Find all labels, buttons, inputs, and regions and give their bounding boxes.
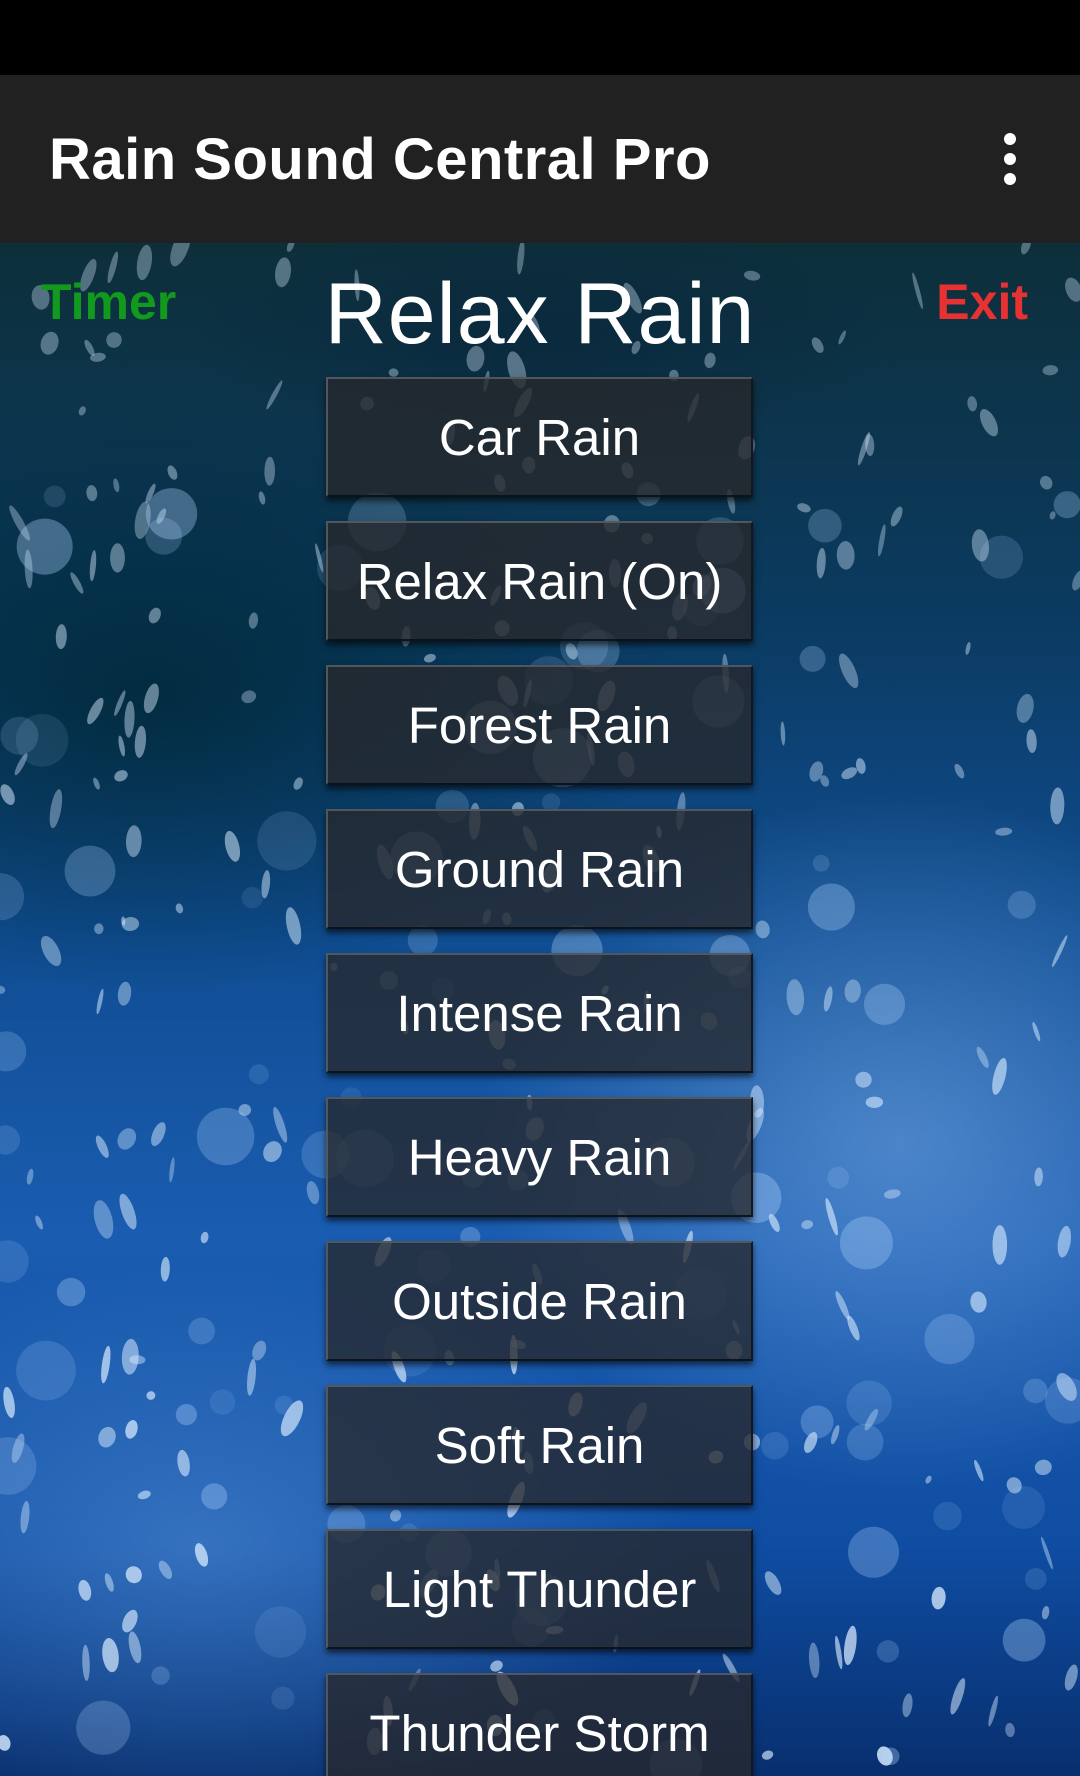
- status-bar: [0, 0, 1080, 75]
- sound-list: Car Rain Relax Rain (On) Forest Rain Gro…: [326, 377, 753, 1776]
- more-vert-icon: [1004, 133, 1016, 145]
- sound-button-light-thunder[interactable]: Light Thunder: [326, 1529, 753, 1649]
- sound-button-soft-rain[interactable]: Soft Rain: [326, 1385, 753, 1505]
- sound-button-forest-rain[interactable]: Forest Rain: [326, 665, 753, 785]
- app-title: Rain Sound Central Pro: [49, 126, 711, 192]
- sound-button-car-rain[interactable]: Car Rain: [326, 377, 753, 497]
- now-playing-title: Relax Rain: [324, 266, 756, 362]
- sound-button-ground-rain[interactable]: Ground Rain: [326, 809, 753, 929]
- sound-button-thunder-storm[interactable]: Thunder Storm: [326, 1673, 753, 1776]
- more-vert-icon-dot: [1004, 153, 1016, 165]
- sound-button-outside-rain[interactable]: Outside Rain: [326, 1241, 753, 1361]
- sound-button-heavy-rain[interactable]: Heavy Rain: [326, 1097, 753, 1217]
- more-vert-icon-dot: [1004, 173, 1016, 185]
- main-content: Timer Relax Rain Exit Car Rain Relax Rai…: [0, 243, 1080, 1776]
- more-options-button[interactable]: [980, 119, 1040, 199]
- sound-button-intense-rain[interactable]: Intense Rain: [326, 953, 753, 1073]
- app-bar: Rain Sound Central Pro: [0, 75, 1080, 243]
- exit-button[interactable]: Exit: [936, 273, 1028, 331]
- sound-button-relax-rain[interactable]: Relax Rain (On): [326, 521, 753, 641]
